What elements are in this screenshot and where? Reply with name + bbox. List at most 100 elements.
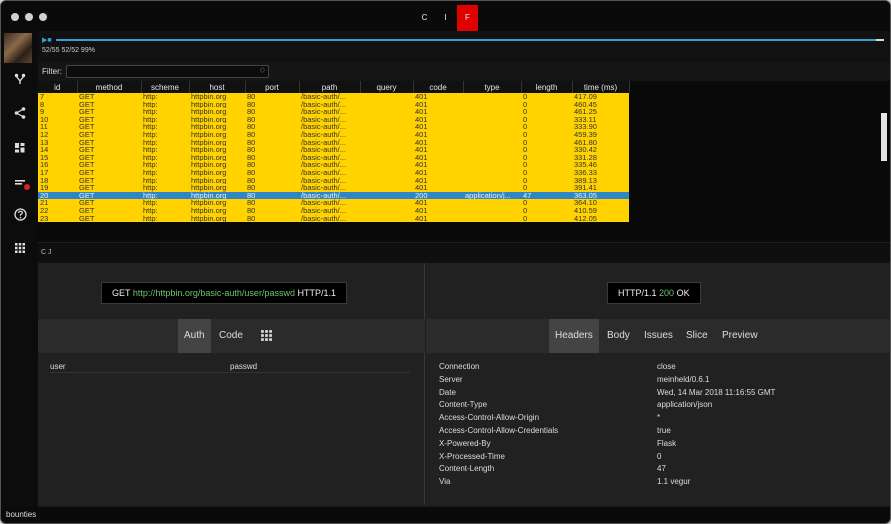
tab-preview[interactable]: Preview xyxy=(716,319,764,353)
header-name: Date xyxy=(439,387,456,397)
table-row[interactable]: 12 GET http: httpbin.org 80/basic-auth/... 40… xyxy=(38,130,629,139)
column-header[interactable]: path xyxy=(299,81,361,93)
column-header[interactable]: time (ms) xyxy=(572,81,630,93)
table-row[interactable]: 11 GET http: httpbin.org 80/basic-auth/... 40… xyxy=(38,123,629,131)
request-line: GET http://httpbin.org/basic-auth/user/p… xyxy=(101,282,347,304)
table-cell: 80 xyxy=(245,199,299,207)
table-cell: 80 xyxy=(245,214,299,223)
table-cell xyxy=(463,138,521,147)
help-icon[interactable] xyxy=(9,207,31,227)
avatar[interactable] xyxy=(4,33,32,63)
table-row[interactable]: 22 GET http: httpbin.org 80/basic-auth/... 40… xyxy=(38,206,629,215)
header-row: Content-Type application/json xyxy=(439,398,879,411)
table-cell: httpbin.org xyxy=(189,191,245,200)
progress-stats: 52/55 52/52 99% xyxy=(42,47,95,54)
table-cell: 80 xyxy=(245,115,299,124)
mode-button-c[interactable]: C xyxy=(414,5,435,31)
table-row[interactable]: 16 GET http: httpbin.org 80/basic-auth/... 40… xyxy=(38,161,629,169)
table-row[interactable]: 23 GET http: httpbin.org 80/basic-auth/... 40… xyxy=(38,214,629,223)
table-cell: 0 xyxy=(521,153,572,162)
table-row[interactable]: 9 GET http: httpbin.org 80/basic-auth/... 401… xyxy=(38,108,629,116)
table-cell: 461.80 xyxy=(572,138,629,147)
tab-body[interactable]: Body xyxy=(601,319,636,353)
mode-button-i[interactable]: I xyxy=(435,5,456,31)
table-cell: application/j... xyxy=(463,191,521,200)
column-header[interactable]: host xyxy=(189,81,246,93)
table-row[interactable]: 17 GET http: httpbin.org 80/basic-auth/... 40… xyxy=(38,168,629,177)
table-scrollbar[interactable] xyxy=(881,113,887,161)
table-cell: 80 xyxy=(245,93,299,101)
maximize-window-button[interactable] xyxy=(39,13,47,21)
table-cell: http: xyxy=(141,191,189,200)
tab-issues[interactable]: Issues xyxy=(638,319,679,353)
table-cell: GET xyxy=(77,100,141,109)
table-cell xyxy=(360,100,413,109)
tab-code[interactable]: Code xyxy=(213,319,249,353)
table-cell: 459.39 xyxy=(572,130,629,139)
table-row[interactable]: 8 GET http: httpbin.org 80/basic-auth/... 401… xyxy=(38,100,629,109)
table-row[interactable]: 21 GET http: httpbin.org 80/basic-auth/... 40… xyxy=(38,199,629,207)
auth-user[interactable]: user xyxy=(50,362,66,371)
tab-auth[interactable]: Auth xyxy=(178,319,211,353)
table-cell: httpbin.org xyxy=(189,100,245,109)
header-value: Flask xyxy=(657,438,677,448)
filter-input[interactable]: ◇ xyxy=(66,65,269,78)
table-cell: httpbin.org xyxy=(189,184,245,192)
table-row[interactable]: 7 GET http: httpbin.org 80/basic-auth/... 401… xyxy=(38,93,629,101)
header-name: Server xyxy=(439,374,463,384)
table-cell: 80 xyxy=(245,206,299,215)
column-header[interactable]: length xyxy=(521,81,573,93)
table-cell: 14 xyxy=(38,146,77,154)
auth-password[interactable]: passwd xyxy=(230,360,257,373)
table-cell: 12 xyxy=(38,130,77,139)
table-cell: 7 xyxy=(38,93,77,101)
close-window-button[interactable] xyxy=(11,13,19,21)
tab-headers[interactable]: Headers xyxy=(549,319,599,353)
column-header[interactable]: type xyxy=(463,81,522,93)
header-row: Via 1.1 vegur xyxy=(439,475,879,488)
grid-icon[interactable] xyxy=(254,329,279,343)
minimize-window-button[interactable] xyxy=(25,13,33,21)
header-name: Content-Type xyxy=(439,400,488,410)
table-row[interactable]: 14 GET http: httpbin.org 80/basic-auth/... 40… xyxy=(38,146,629,154)
play-icon[interactable]: ▶■ xyxy=(42,36,52,44)
table-cell: 401 xyxy=(413,130,463,139)
table-cell: http: xyxy=(141,176,189,185)
table-cell: GET xyxy=(77,168,141,177)
dashboard-icon[interactable] xyxy=(9,140,31,160)
table-row[interactable]: 13 GET http: httpbin.org 80/basic-auth/... 40… xyxy=(38,138,629,147)
table-cell: 0 xyxy=(521,108,572,116)
dropdown-arrow-icon[interactable]: ◇ xyxy=(260,66,265,74)
table-cell: 22 xyxy=(38,206,77,215)
column-header[interactable]: id xyxy=(38,81,78,93)
table-row[interactable]: 19 GET http: httpbin.org 80/basic-auth/... 40… xyxy=(38,184,629,192)
share-icon[interactable] xyxy=(9,105,31,125)
table-cell: 80 xyxy=(245,138,299,147)
column-header[interactable]: scheme xyxy=(141,81,190,93)
table-row[interactable]: 15 GET http: httpbin.org 80/basic-auth/... 40… xyxy=(38,153,629,162)
list-icon[interactable] xyxy=(9,174,31,194)
apps-grid-icon[interactable] xyxy=(9,240,31,260)
table-cell: GET xyxy=(77,176,141,185)
column-header[interactable]: query xyxy=(360,81,414,93)
table-cell: 80 xyxy=(245,161,299,169)
column-header[interactable]: code xyxy=(413,81,464,93)
request-url[interactable]: http://httpbin.org/basic-auth/user/passw… xyxy=(133,288,295,298)
table-cell: 80 xyxy=(245,184,299,192)
table-cell: 460.45 xyxy=(572,100,629,109)
branch-icon[interactable] xyxy=(9,71,31,91)
table-row[interactable]: 10 GET http: httpbin.org 80/basic-auth/... 40… xyxy=(38,115,629,124)
sidebar xyxy=(1,31,38,507)
column-header[interactable]: port xyxy=(245,81,300,93)
table-cell: 330.42 xyxy=(572,146,629,154)
table-row[interactable]: 20 GET http: httpbin.org 80/basic-auth/... 20… xyxy=(38,191,629,200)
table-cell: GET xyxy=(77,108,141,116)
table-row[interactable]: 18 GET http: httpbin.org 80/basic-auth/... 40… xyxy=(38,176,629,185)
header-value: meinheld/0.6.1 xyxy=(657,374,710,384)
tab-slice[interactable]: Slice xyxy=(680,319,714,353)
column-header[interactable]: method xyxy=(77,81,142,93)
mode-button-f[interactable]: F xyxy=(457,5,478,31)
table-cell: GET xyxy=(77,153,141,162)
table-cell: 0 xyxy=(521,199,572,207)
table-cell: httpbin.org xyxy=(189,115,245,124)
